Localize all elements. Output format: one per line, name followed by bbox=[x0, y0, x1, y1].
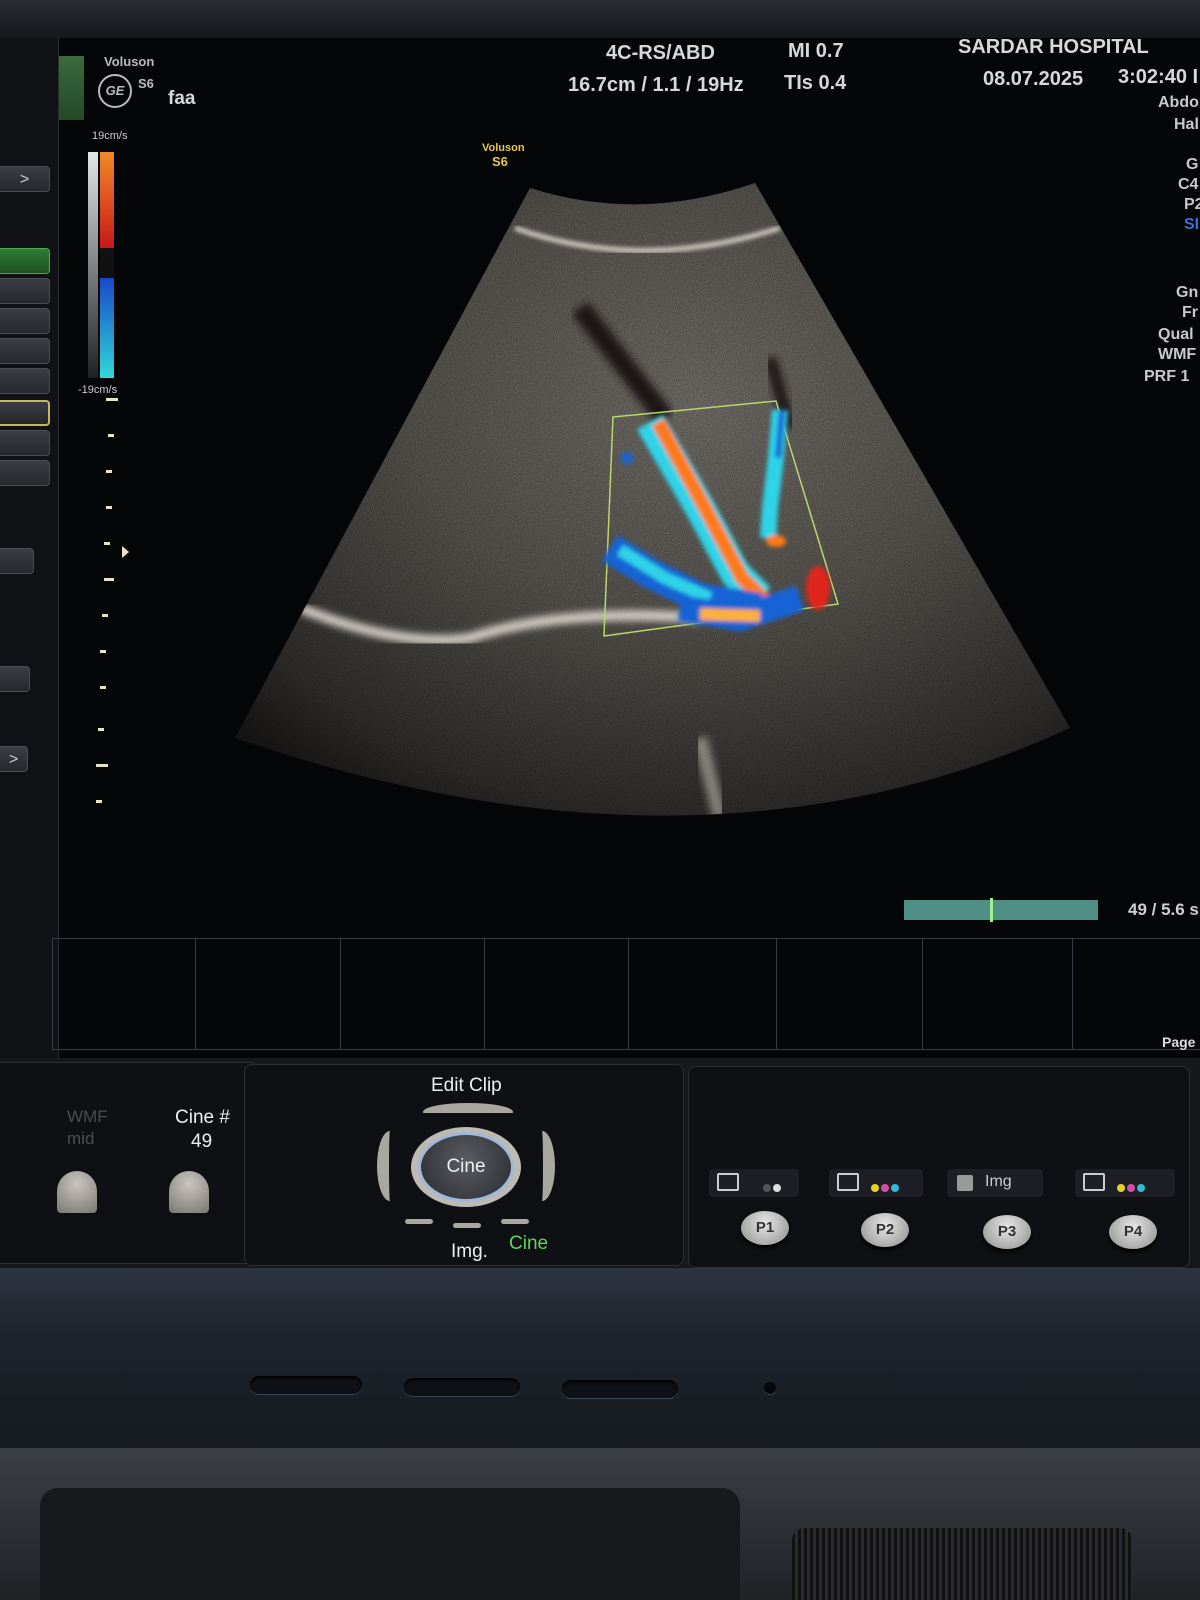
p4-button[interactable]: P4 bbox=[1109, 1215, 1157, 1249]
wmf-knob[interactable] bbox=[57, 1171, 97, 1213]
thumb-divider bbox=[776, 939, 777, 1049]
p2-slot bbox=[829, 1169, 923, 1197]
color-dots-icon bbox=[1117, 1179, 1147, 1197]
console-base bbox=[0, 1448, 1200, 1600]
printer-icon bbox=[1083, 1173, 1105, 1191]
page-indicator: Page bbox=[1162, 1034, 1196, 1050]
thumb-divider bbox=[340, 939, 341, 1049]
p4-label: P4 bbox=[1123, 1223, 1143, 1240]
printer-icon bbox=[717, 1173, 739, 1191]
cine-position-marker[interactable] bbox=[990, 898, 993, 922]
save-disk-icon bbox=[957, 1175, 973, 1191]
wmf-sub-label: mid bbox=[67, 1129, 95, 1148]
monitor-button-1[interactable] bbox=[250, 1376, 362, 1394]
img-label: Img. bbox=[451, 1241, 488, 1262]
img-dash-right bbox=[501, 1219, 529, 1224]
power-led-icon bbox=[764, 1382, 776, 1394]
color-dots-icon bbox=[871, 1179, 901, 1197]
edit-clip-arc-button[interactable] bbox=[423, 1103, 513, 1121]
p1-label: P1 bbox=[755, 1219, 775, 1236]
wmf-label: WMF bbox=[67, 1107, 108, 1126]
p4-slot bbox=[1075, 1169, 1175, 1197]
p1-button[interactable]: P1 bbox=[741, 1211, 789, 1245]
p2-label: P2 bbox=[875, 1221, 895, 1238]
monitor-button-2[interactable] bbox=[404, 1378, 520, 1396]
p3-slot-label: Img bbox=[985, 1173, 1012, 1190]
thumb-divider bbox=[195, 939, 196, 1049]
ultrasound-image bbox=[235, 183, 1070, 816]
cine-left-arc-button[interactable] bbox=[377, 1131, 403, 1201]
cine-frame-counter: 49 / 5.6 s bbox=[1128, 900, 1199, 919]
thumb-divider bbox=[1072, 939, 1073, 1049]
img-dash-center bbox=[453, 1223, 481, 1228]
control-panel: WMF mid Cine # 49 Edit Clip Cine Img. Ci… bbox=[0, 1058, 1200, 1268]
monitor-lower-bezel bbox=[0, 1268, 1200, 1448]
keyboard-tray bbox=[40, 1488, 740, 1600]
cine-control-group: Edit Clip Cine Img. Cine bbox=[244, 1064, 684, 1266]
p3-label: P3 bbox=[997, 1223, 1017, 1240]
p3-slot: Img bbox=[947, 1169, 1043, 1197]
p1-slot bbox=[709, 1169, 799, 1197]
clip-thumbnail-strip bbox=[52, 938, 1200, 1050]
knob-group: WMF mid Cine # 49 bbox=[0, 1062, 258, 1264]
cine-mode-label: Cine bbox=[509, 1233, 549, 1254]
img-dash-left bbox=[405, 1219, 433, 1224]
speaker-grille bbox=[792, 1528, 1132, 1600]
monitor-button-3[interactable] bbox=[562, 1380, 678, 1398]
printer-icon bbox=[837, 1173, 859, 1191]
cine-button-label: Cine bbox=[446, 1156, 486, 1177]
cine-number-label: Cine # bbox=[175, 1107, 230, 1128]
thumb-divider bbox=[52, 939, 53, 1049]
thumb-divider bbox=[484, 939, 485, 1049]
thumb-divider bbox=[628, 939, 629, 1049]
cine-number-knob[interactable] bbox=[169, 1171, 209, 1213]
edit-clip-label: Edit Clip bbox=[431, 1075, 502, 1096]
cine-button[interactable]: Cine bbox=[421, 1135, 511, 1199]
p2-button[interactable]: P2 bbox=[861, 1213, 909, 1247]
monitor-bezel-top bbox=[0, 0, 1200, 42]
p3-button[interactable]: P3 bbox=[983, 1215, 1031, 1249]
bw-dots-icon bbox=[763, 1179, 783, 1197]
ultrasound-screen: > > GE Voluson S6 faa 4C-RS/ABD 16.7cm /… bbox=[0, 38, 1200, 1058]
cine-progress-bar[interactable] bbox=[904, 898, 1098, 922]
print-preset-group: Img P1 P2 P3 P4 bbox=[688, 1066, 1190, 1268]
cine-right-arc-button[interactable] bbox=[529, 1131, 555, 1201]
cine-number-value: 49 bbox=[191, 1131, 213, 1152]
thumb-divider bbox=[922, 939, 923, 1049]
